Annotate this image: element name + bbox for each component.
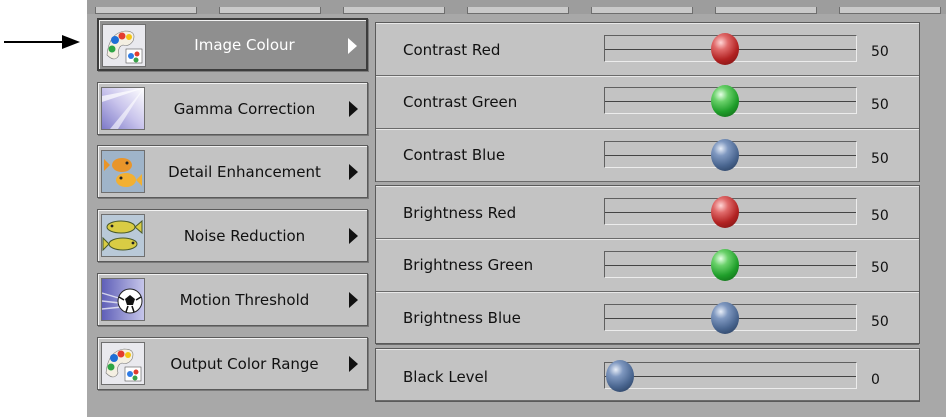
chevron-right-icon: [348, 38, 357, 54]
menu-item-motion-threshold[interactable]: Motion Threshold: [97, 273, 368, 326]
soccer-ball-icon: [101, 278, 145, 321]
slider-knob[interactable]: [711, 249, 740, 281]
slider-knob[interactable]: [711, 196, 740, 228]
menu-item-label: Gamma Correction: [173, 99, 316, 118]
chevron-right-icon: [349, 228, 358, 244]
contrast-green-slider[interactable]: [604, 85, 857, 117]
brightness-blue-label: Brightness Blue: [403, 309, 521, 327]
chevron-right-icon: [349, 101, 358, 117]
black-level-slider[interactable]: [604, 360, 857, 392]
menu-item-noise-reduction[interactable]: Noise Reduction: [97, 209, 368, 262]
contrast-blue-value: 50: [871, 151, 889, 167]
black-level-value: 0: [871, 372, 880, 388]
slider-knob[interactable]: [606, 360, 635, 392]
brightness-blue-value: 50: [871, 314, 889, 330]
slider-knob[interactable]: [711, 33, 740, 65]
black-level-label: Black Level: [403, 368, 488, 386]
light-burst-icon: [101, 87, 145, 130]
menu-item-label: Output Color Range: [170, 354, 319, 373]
slider-knob[interactable]: [711, 139, 740, 171]
contrast-green-value: 50: [871, 97, 889, 113]
brightness-blue-row: Brightness Blue 50: [376, 292, 919, 345]
contrast-red-row: Contrast Red 50: [376, 23, 919, 76]
menu-item-label: Detail Enhancement: [168, 162, 321, 181]
contrast-red-value: 50: [871, 44, 889, 60]
contrast-blue-slider[interactable]: [604, 139, 857, 171]
top-tab-strip: [87, 0, 946, 14]
menu-item-gamma-correction[interactable]: Gamma Correction: [97, 82, 368, 135]
color-palette-icon: [102, 24, 146, 67]
brightness-red-label: Brightness Red: [403, 204, 517, 222]
contrast-red-label: Contrast Red: [403, 41, 501, 59]
slider-knob[interactable]: [711, 302, 740, 334]
chevron-right-icon: [349, 292, 358, 308]
brightness-green-slider[interactable]: [604, 249, 857, 281]
goldfish-icon: [101, 150, 145, 193]
menu-item-image-colour[interactable]: Image Colour: [97, 18, 368, 71]
menu-item-output-color-range[interactable]: Output Color Range: [97, 337, 368, 390]
contrast-blue-label: Contrast Blue: [403, 146, 506, 164]
brightness-panel: Brightness Red 50 Brightness Green 50 Br…: [375, 185, 920, 345]
pointer-arrow-icon: [4, 35, 80, 49]
settings-window: Image Colour Gamma Correction Detail Enh…: [87, 0, 946, 417]
brightness-green-value: 50: [871, 260, 889, 276]
contrast-green-row: Contrast Green 50: [376, 76, 919, 129]
brightness-blue-slider[interactable]: [604, 302, 857, 334]
fish-pair-icon: [101, 214, 145, 257]
contrast-red-slider[interactable]: [604, 33, 857, 65]
black-level-row: Black Level 0: [376, 349, 919, 401]
menu-item-label: Motion Threshold: [179, 290, 310, 309]
color-palette-icon: [101, 342, 145, 385]
brightness-red-row: Brightness Red 50: [376, 186, 919, 239]
contrast-blue-row: Contrast Blue 50: [376, 129, 919, 182]
chevron-right-icon: [349, 356, 358, 372]
slider-knob[interactable]: [711, 85, 740, 117]
contrast-green-label: Contrast Green: [403, 93, 518, 111]
chevron-right-icon: [349, 164, 358, 180]
brightness-green-label: Brightness Green: [403, 256, 534, 274]
brightness-red-slider[interactable]: [604, 196, 857, 228]
brightness-green-row: Brightness Green 50: [376, 239, 919, 292]
brightness-red-value: 50: [871, 208, 889, 224]
contrast-panel: Contrast Red 50 Contrast Green 50 Contra…: [375, 22, 920, 182]
menu-item-detail-enhancement[interactable]: Detail Enhancement: [97, 145, 368, 198]
menu-item-label: Image Colour: [194, 35, 295, 54]
black-level-panel: Black Level 0: [375, 348, 920, 402]
menu-item-label: Noise Reduction: [183, 226, 306, 245]
